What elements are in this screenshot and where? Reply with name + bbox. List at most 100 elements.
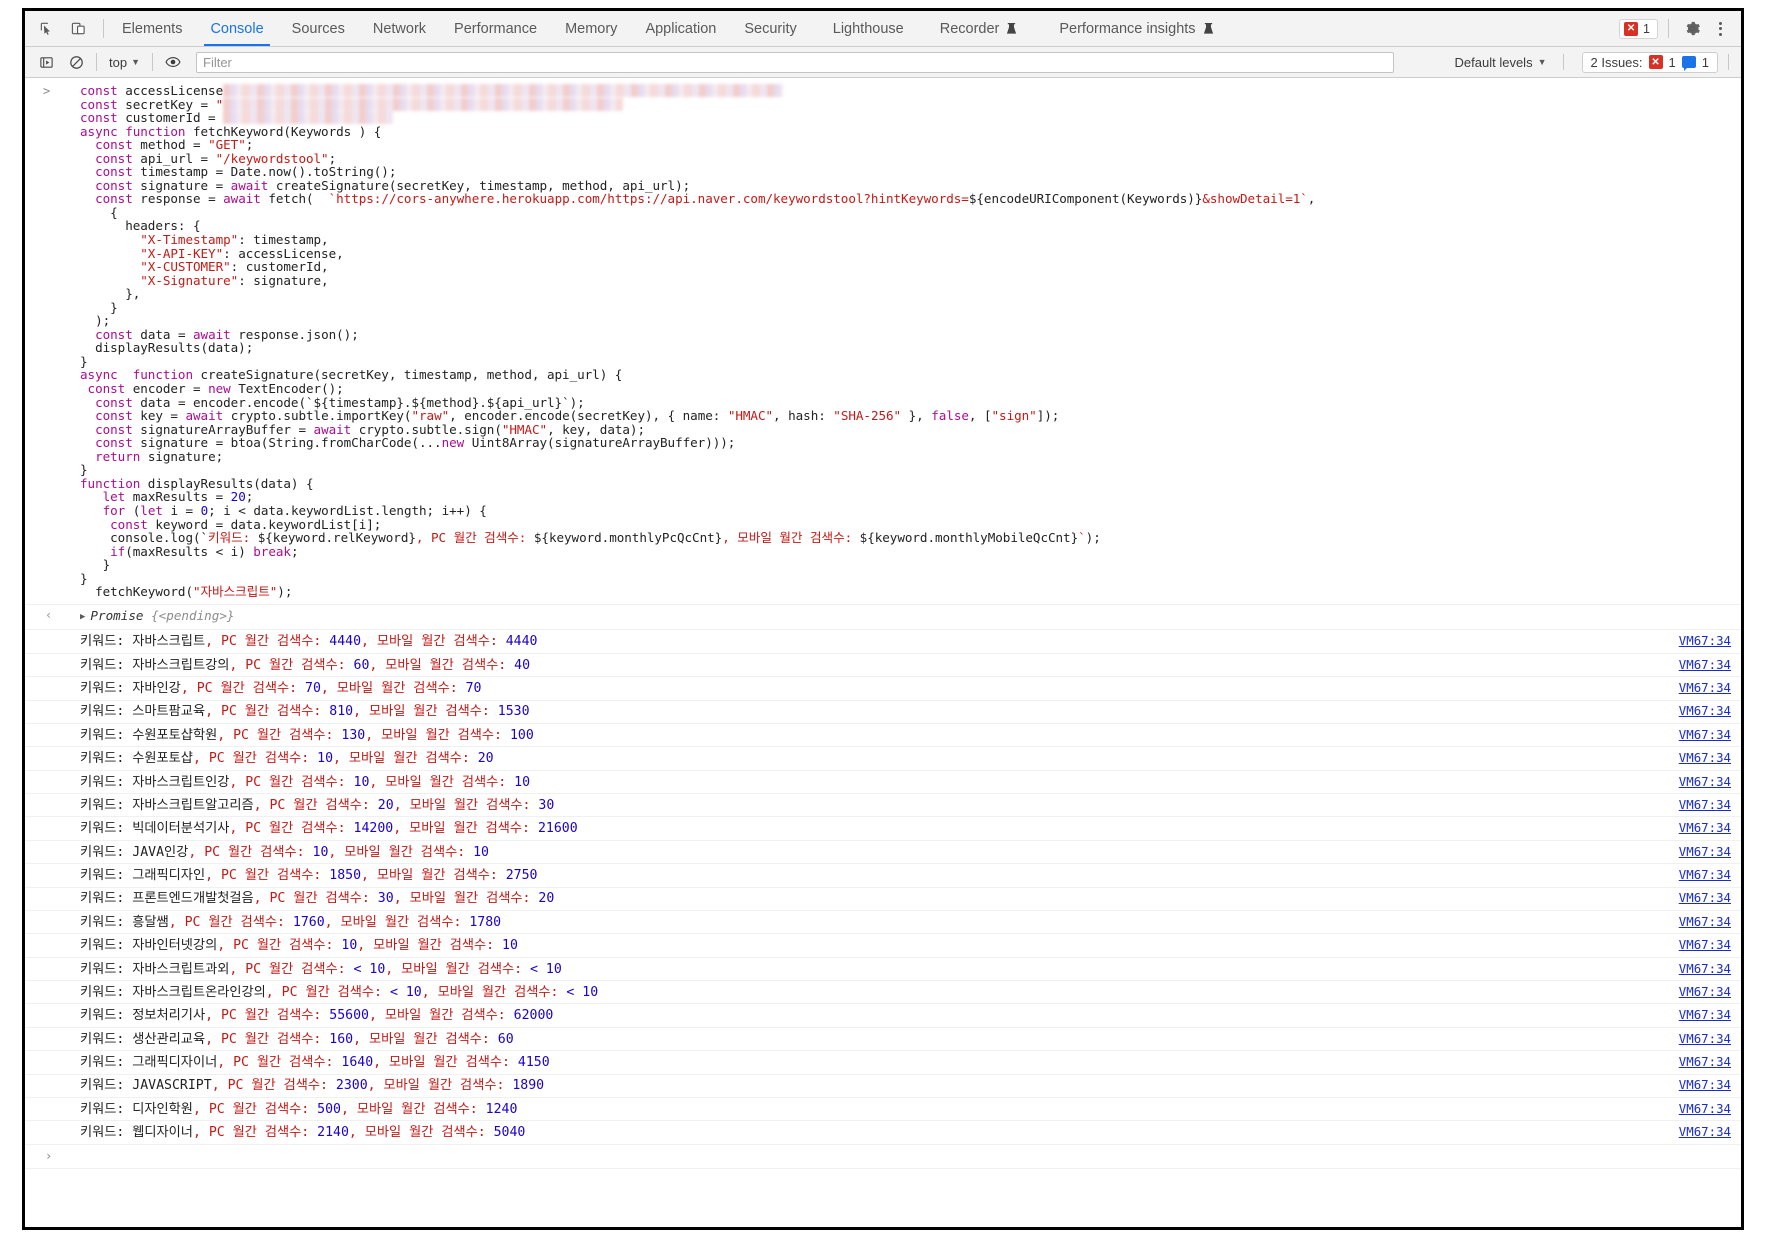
- tab-security[interactable]: Security: [730, 11, 810, 46]
- log-source-link[interactable]: VM67:34: [1679, 1008, 1731, 1022]
- console-log-row[interactable]: 키워드: 생산관리교육, PC 월간 검색수: 160, 모바일 월간 검색수:…: [25, 1028, 1741, 1052]
- log-levels-selector[interactable]: Default levels ▼: [1449, 53, 1553, 72]
- console-log-row[interactable]: 키워드: 자바인강, PC 월간 검색수: 70, 모바일 월간 검색수: 70…: [25, 677, 1741, 701]
- log-source-link[interactable]: VM67:34: [1679, 728, 1731, 742]
- screenshot-root: Elements Console Sources Network Perform…: [0, 0, 1766, 1242]
- tab-label: Lighthouse: [832, 20, 904, 37]
- log-message: 키워드: 자바스크립트알고리즘, PC 월간 검색수: 20, 모바일 월간 검…: [80, 797, 555, 813]
- console-log-row[interactable]: 키워드: 정보처리기사, PC 월간 검색수: 55600, 모바일 월간 검색…: [25, 1004, 1741, 1028]
- log-message: 키워드: 자바스크립트인강, PC 월간 검색수: 10, 모바일 월간 검색수…: [80, 774, 531, 790]
- console-log-row[interactable]: 키워드: 자바인터넷강의, PC 월간 검색수: 10, 모바일 월간 검색수:…: [25, 934, 1741, 958]
- filterbar-divider: [1728, 54, 1729, 70]
- log-source-link[interactable]: VM67:34: [1679, 938, 1731, 952]
- tab-performance[interactable]: Performance: [440, 11, 551, 46]
- expand-disclosure-icon[interactable]: ▶: [80, 611, 85, 625]
- log-source-link[interactable]: VM67:34: [1679, 1125, 1731, 1139]
- tab-elements[interactable]: Elements: [108, 11, 196, 46]
- tab-lighthouse[interactable]: Lighthouse: [811, 11, 918, 46]
- tab-performance-insights[interactable]: Performance insights: [1031, 11, 1227, 46]
- clear-console-icon[interactable]: [63, 49, 89, 75]
- experiment-flask-icon: [1006, 22, 1017, 35]
- log-source-link[interactable]: VM67:34: [1679, 798, 1731, 812]
- filterbar-divider: [96, 53, 97, 71]
- filter-input[interactable]: [196, 51, 1394, 73]
- console-return-value-row: ‹ ▶ Promise {<pending>}: [25, 605, 1741, 631]
- log-source-link[interactable]: VM67:34: [1679, 1102, 1731, 1116]
- log-source-link[interactable]: VM67:34: [1679, 845, 1731, 859]
- levels-label: Default levels: [1454, 54, 1533, 70]
- console-log-row[interactable]: 키워드: 수원포토샵학원, PC 월간 검색수: 130, 모바일 월간 검색수…: [25, 724, 1741, 748]
- console-log-row[interactable]: 키워드: 수원포토샵, PC 월간 검색수: 10, 모바일 월간 검색수: 2…: [25, 747, 1741, 771]
- log-source-link[interactable]: VM67:34: [1679, 1078, 1731, 1092]
- console-log-row[interactable]: 키워드: 자바스크립트알고리즘, PC 월간 검색수: 20, 모바일 월간 검…: [25, 794, 1741, 818]
- inspect-element-icon[interactable]: [33, 16, 59, 42]
- devtools-window: Elements Console Sources Network Perform…: [22, 8, 1744, 1230]
- console-log-row[interactable]: 키워드: 그래픽디자인, PC 월간 검색수: 1850, 모바일 월간 검색수…: [25, 864, 1741, 888]
- log-source-link[interactable]: VM67:34: [1679, 961, 1731, 976]
- log-source-link[interactable]: VM67:34: [1679, 868, 1731, 882]
- console-output[interactable]: > const accessLicense const secretKey = …: [25, 78, 1741, 1227]
- console-log-row[interactable]: 키워드: 자바스크립트과외, PC 월간 검색수: < 10, 모바일 월간 검…: [25, 958, 1741, 981]
- log-message: 키워드: 프론트엔드개발첫걸음, PC 월간 검색수: 30, 모바일 월간 검…: [80, 891, 555, 907]
- console-log-row[interactable]: 키워드: 자바스크립트온라인강의, PC 월간 검색수: < 10, 모바일 월…: [25, 981, 1741, 1005]
- device-toolbar-icon[interactable]: [65, 16, 91, 42]
- console-log-row[interactable]: 키워드: 프론트엔드개발첫걸음, PC 월간 검색수: 30, 모바일 월간 검…: [25, 888, 1741, 911]
- console-prompt-row[interactable]: ›: [25, 1145, 1741, 1170]
- tab-recorder[interactable]: Recorder: [918, 11, 1032, 46]
- panel-tabs: Elements Console Sources Network Perform…: [108, 11, 1228, 46]
- tab-sources[interactable]: Sources: [278, 11, 359, 46]
- tab-application[interactable]: Application: [631, 11, 730, 46]
- gear-icon[interactable]: [1679, 16, 1705, 42]
- error-count-chip[interactable]: ✕ 1: [1619, 18, 1658, 39]
- console-log-list: 키워드: 자바스크립트, PC 월간 검색수: 4440, 모바일 월간 검색수…: [25, 630, 1741, 1145]
- console-log-row[interactable]: 키워드: 빅데이터분석기사, PC 월간 검색수: 14200, 모바일 월간 …: [25, 817, 1741, 841]
- execute-snippet-icon[interactable]: [33, 49, 59, 75]
- log-source-link[interactable]: VM67:34: [1679, 985, 1731, 999]
- console-log-row[interactable]: 키워드: 흥달쌤, PC 월간 검색수: 1760, 모바일 월간 검색수: 1…: [25, 911, 1741, 935]
- error-count: 1: [1643, 21, 1650, 36]
- tab-memory[interactable]: Memory: [551, 11, 631, 46]
- console-filter-bar: top ▼ Default levels ▼ 2 Issues: ✕ 1: [25, 47, 1741, 78]
- issues-info-count: 1: [1701, 54, 1709, 70]
- filterbar-divider: [152, 53, 153, 71]
- context-label: top: [109, 54, 128, 70]
- console-log-row[interactable]: 키워드: 그래픽디자이너, PC 월간 검색수: 1640, 모바일 월간 검색…: [25, 1051, 1741, 1075]
- log-source-link[interactable]: VM67:34: [1679, 821, 1731, 835]
- tab-network[interactable]: Network: [359, 11, 440, 46]
- log-source-link[interactable]: VM67:34: [1679, 751, 1731, 765]
- issues-error-count: 1: [1668, 54, 1676, 70]
- console-log-row[interactable]: 키워드: 디자인학원, PC 월간 검색수: 500, 모바일 월간 검색수: …: [25, 1098, 1741, 1122]
- tab-label: Security: [744, 20, 797, 37]
- issues-chip[interactable]: 2 Issues: ✕ 1 1: [1581, 51, 1718, 73]
- return-arrow-icon: ‹: [45, 607, 53, 622]
- log-source-link[interactable]: VM67:34: [1679, 774, 1731, 789]
- log-source-link[interactable]: VM67:34: [1679, 704, 1731, 718]
- log-message: 키워드: 웹디자이너, PC 월간 검색수: 2140, 모바일 월간 검색수:…: [80, 1125, 526, 1141]
- log-message: 키워드: JAVA인강, PC 월간 검색수: 10, 모바일 월간 검색수: …: [80, 844, 489, 860]
- tab-label: Application: [645, 20, 717, 37]
- tab-console[interactable]: Console: [196, 11, 277, 46]
- kebab-menu-icon[interactable]: [1709, 17, 1731, 41]
- console-log-row[interactable]: 키워드: 자바스크립트, PC 월간 검색수: 4440, 모바일 월간 검색수…: [25, 630, 1741, 654]
- log-message: 키워드: 스마트팜교육, PC 월간 검색수: 810, 모바일 월간 검색수:…: [80, 704, 530, 720]
- log-message: 키워드: 수원포토샵, PC 월간 검색수: 10, 모바일 월간 검색수: 2…: [80, 751, 494, 767]
- log-source-link[interactable]: VM67:34: [1679, 915, 1731, 929]
- console-log-row[interactable]: 키워드: 자바스크립트강의, PC 월간 검색수: 60, 모바일 월간 검색수…: [25, 654, 1741, 678]
- log-source-link[interactable]: VM67:34: [1679, 1055, 1731, 1069]
- log-source-link[interactable]: VM67:34: [1679, 891, 1731, 905]
- console-log-row[interactable]: 키워드: 웹디자이너, PC 월간 검색수: 2140, 모바일 월간 검색수:…: [25, 1121, 1741, 1145]
- log-message: 키워드: 정보처리기사, PC 월간 검색수: 55600, 모바일 월간 검색…: [80, 1008, 554, 1024]
- execution-context-selector[interactable]: top ▼: [104, 53, 145, 72]
- console-log-row[interactable]: 키워드: 자바스크립트인강, PC 월간 검색수: 10, 모바일 월간 검색수…: [25, 771, 1741, 794]
- live-expression-eye-icon[interactable]: [160, 49, 186, 75]
- console-log-row[interactable]: 키워드: 스마트팜교육, PC 월간 검색수: 810, 모바일 월간 검색수:…: [25, 701, 1741, 724]
- tabbar-right-controls: ✕ 1: [1619, 11, 1741, 46]
- log-source-link[interactable]: VM67:34: [1679, 681, 1731, 695]
- log-source-link[interactable]: VM67:34: [1679, 658, 1731, 672]
- log-source-link[interactable]: VM67:34: [1679, 634, 1731, 648]
- console-log-row[interactable]: 키워드: JAVA인강, PC 월간 검색수: 10, 모바일 월간 검색수: …: [25, 841, 1741, 865]
- log-message: 키워드: JAVASCRIPT, PC 월간 검색수: 2300, 모바일 월간…: [80, 1078, 545, 1094]
- log-source-link[interactable]: VM67:34: [1679, 1032, 1731, 1046]
- redacted-secret: [223, 84, 784, 97]
- console-log-row[interactable]: 키워드: JAVASCRIPT, PC 월간 검색수: 2300, 모바일 월간…: [25, 1075, 1741, 1098]
